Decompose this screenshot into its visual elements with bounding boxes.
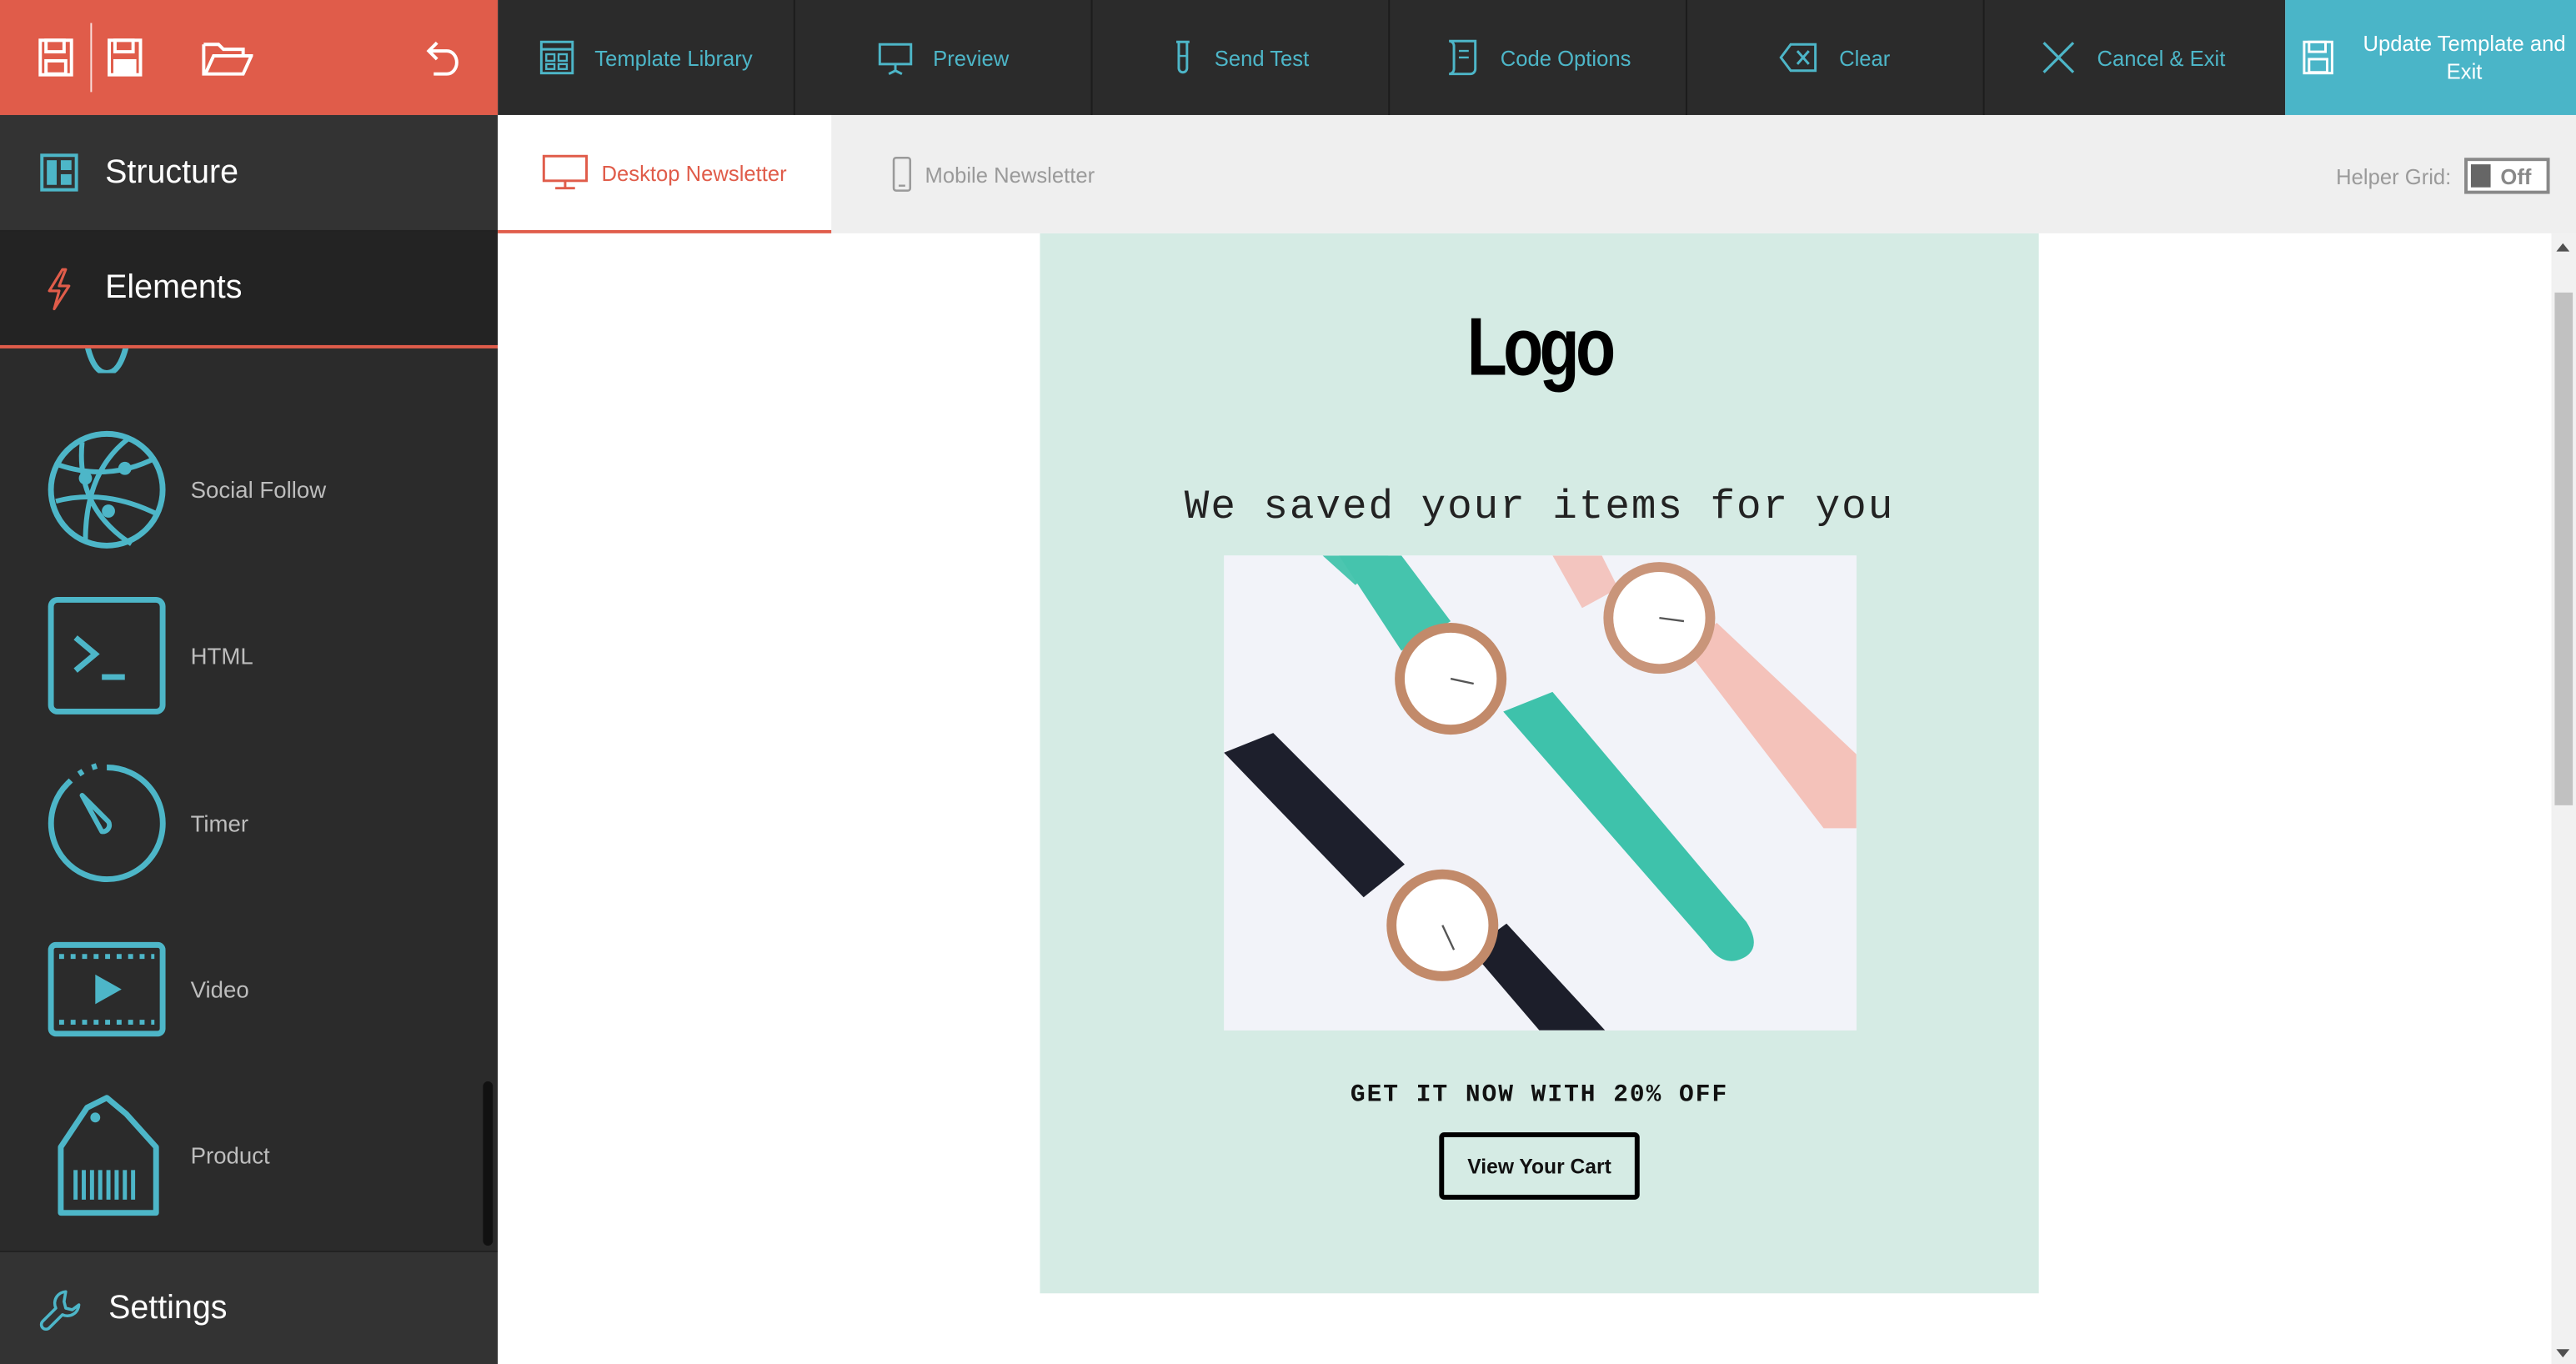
product-tag-icon	[58, 1095, 159, 1216]
lightning-icon	[48, 267, 71, 310]
close-icon	[2043, 42, 2076, 73]
code-options-button[interactable]: Code Options	[1390, 0, 1687, 115]
settings-label: Settings	[108, 1290, 228, 1326]
tab-mobile-newsletter[interactable]: Mobile Newsletter	[892, 115, 1095, 233]
helper-grid-toggle[interactable]: Off	[2464, 158, 2550, 194]
clear-label: Clear	[1839, 45, 1891, 70]
cancel-exit-button[interactable]: Cancel & Exit	[1985, 0, 2283, 115]
helper-grid-label: Helper Grid:	[2336, 163, 2452, 188]
element-label: Social Follow	[190, 476, 327, 504]
scroll-up-icon[interactable]	[2556, 243, 2570, 252]
sidebar-scrollbar[interactable]	[483, 1081, 494, 1246]
editor-canvas[interactable]: Logo We saved your items for you GET IT …	[498, 233, 2552, 1364]
watches-photo	[1224, 555, 1857, 1031]
wrench-icon	[39, 1289, 81, 1331]
video-icon	[48, 941, 166, 1037]
offer-text[interactable]: GET IT NOW WITH 20% OFF	[1040, 1081, 2038, 1110]
scrollbar-thumb[interactable]	[2554, 292, 2573, 805]
save-as-icon[interactable]	[105, 29, 144, 85]
element-item-partial[interactable]	[0, 348, 477, 394]
tab-desktop-label: Desktop Newsletter	[601, 160, 787, 185]
structure-label: Structure	[105, 153, 239, 190]
element-label: Timer	[190, 810, 249, 837]
main-toolbar: Template Library Preview Send Test Code …	[498, 0, 2286, 115]
preview-button[interactable]: Preview	[795, 0, 1093, 115]
element-item-html[interactable]: HTML	[0, 574, 477, 738]
element-item-social-follow[interactable]: Social Follow	[0, 408, 477, 572]
helper-grid-control: Helper Grid: Off	[2336, 158, 2550, 194]
tab-mobile-label: Mobile Newsletter	[925, 162, 1095, 187]
toolbar-divider	[90, 23, 93, 93]
code-options-label: Code Options	[1500, 45, 1631, 70]
save-icon	[2303, 40, 2333, 75]
sidebar-section-structure[interactable]: Structure	[0, 114, 499, 232]
sidebar-section-elements[interactable]: Elements	[0, 231, 499, 349]
open-folder-icon[interactable]	[200, 29, 253, 85]
email-headline[interactable]: We saved your items for you	[1040, 484, 2038, 531]
toggle-knob	[2470, 164, 2491, 188]
view-cart-button[interactable]: View Your Cart	[1439, 1132, 1640, 1200]
view-tabs: Desktop Newsletter Mobile Newsletter Hel…	[498, 114, 2576, 233]
elements-label: Elements	[105, 269, 243, 306]
tab-desktop-newsletter[interactable]: Desktop Newsletter	[498, 114, 832, 233]
structure-icon	[40, 153, 78, 192]
send-test-button[interactable]: Send Test	[1093, 0, 1391, 115]
element-item-product[interactable]: Product	[0, 1073, 477, 1237]
template-library-label: Template Library	[594, 45, 753, 70]
clear-button[interactable]: Clear	[1687, 0, 1985, 115]
template-library-icon	[539, 40, 574, 75]
globe-network-icon	[48, 430, 166, 549]
template-library-button[interactable]: Template Library	[498, 0, 795, 115]
helper-grid-value: Off	[2500, 163, 2532, 188]
element-label: Video	[190, 975, 249, 1003]
email-template[interactable]: Logo We saved your items for you GET IT …	[1040, 233, 2039, 1294]
clear-icon	[1780, 43, 1817, 73]
undo-icon[interactable]	[420, 29, 459, 85]
mobile-icon	[892, 156, 912, 192]
logo-text[interactable]: Logo	[1140, 299, 1939, 394]
canvas-scrollbar[interactable]	[2551, 233, 2576, 1364]
file-actions-bar	[0, 0, 499, 115]
timer-icon	[48, 763, 166, 882]
send-test-icon	[1176, 40, 1190, 74]
element-partial-icon	[85, 348, 129, 374]
save-icon[interactable]	[36, 29, 75, 85]
send-test-label: Send Test	[1214, 45, 1310, 70]
element-label: Product	[190, 1141, 270, 1169]
update-template-exit-label: Update Template and Exit	[2363, 31, 2566, 84]
element-item-video[interactable]: Video	[0, 907, 477, 1071]
email-editor-app: Template Library Preview Send Test Code …	[0, 0, 2576, 1364]
element-item-timer[interactable]: Timer	[0, 741, 477, 905]
scroll-down-icon[interactable]	[2556, 1349, 2570, 1358]
cancel-exit-label: Cancel & Exit	[2097, 45, 2226, 70]
elements-list: Social Follow HTML Timer Video Product	[0, 348, 498, 1251]
terminal-icon	[48, 597, 166, 715]
product-image[interactable]	[1224, 555, 1857, 1031]
desktop-icon	[543, 154, 589, 190]
preview-icon	[878, 43, 912, 76]
preview-label: Preview	[933, 45, 1010, 70]
sidebar: Structure Elements Social Follow HTML Ti…	[0, 114, 499, 1364]
code-options-icon	[1449, 39, 1477, 76]
update-template-exit-button[interactable]: Update Template and Exit	[2285, 0, 2576, 115]
element-label: HTML	[190, 642, 253, 669]
sidebar-section-settings[interactable]: Settings	[0, 1251, 499, 1364]
